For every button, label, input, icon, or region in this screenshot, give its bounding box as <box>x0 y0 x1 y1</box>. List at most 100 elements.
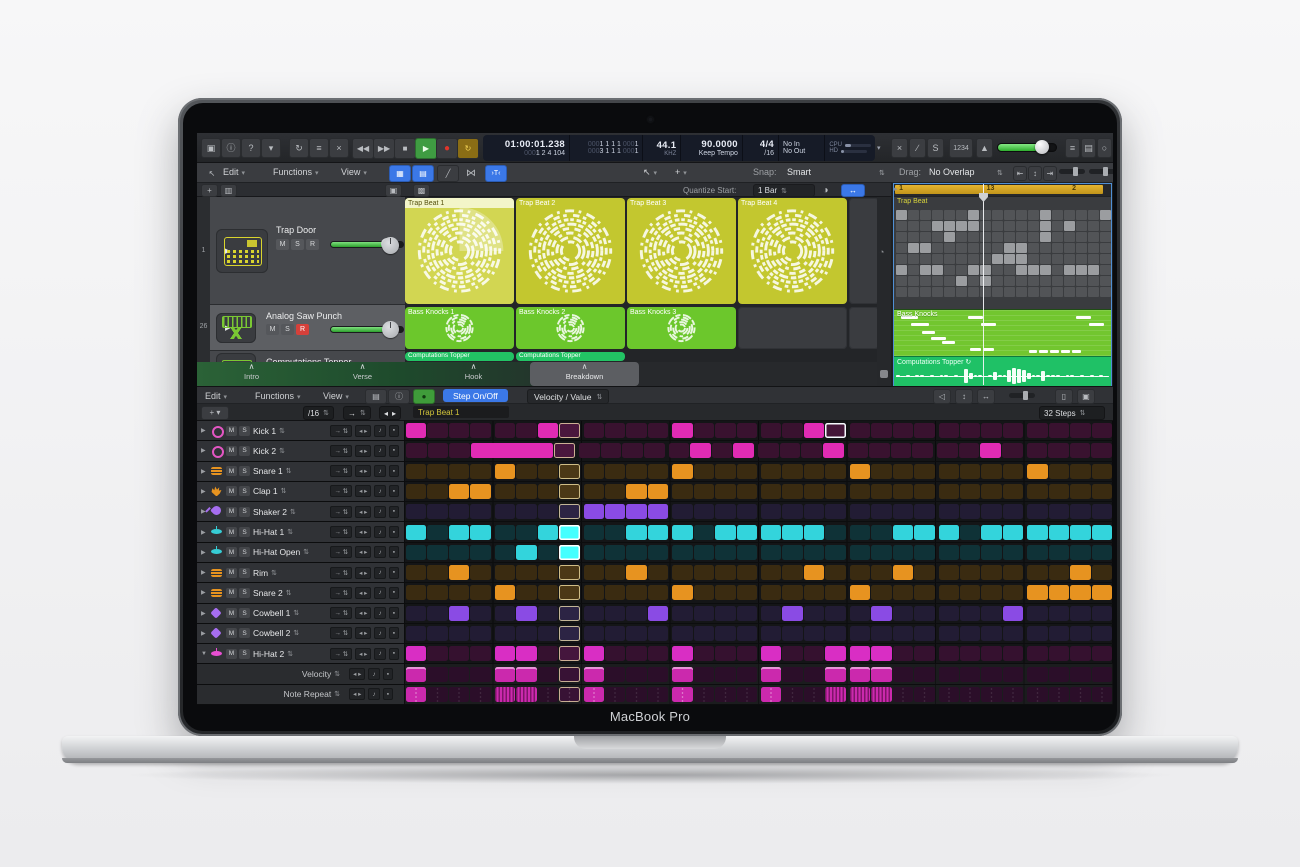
mini-grid-cell[interactable] <box>1004 210 1015 220</box>
step-cell[interactable] <box>516 686 537 702</box>
step-cell[interactable] <box>494 585 516 601</box>
step-cell[interactable] <box>672 524 693 540</box>
row-monitor-icon[interactable]: ♪ <box>374 607 386 620</box>
step-cell[interactable] <box>693 483 715 499</box>
mini-grid-cell[interactable] <box>1088 232 1099 242</box>
mini-grid-cell[interactable] <box>908 243 919 253</box>
step-cell[interactable] <box>559 483 580 499</box>
step-cell[interactable] <box>537 483 559 499</box>
step-cell[interactable] <box>938 625 959 641</box>
step-cell[interactable] <box>938 646 959 662</box>
lcd-locators[interactable]: 0001 1 1 1 0001 0003 1 1 1 0001 <box>570 135 644 161</box>
midi-note[interactable] <box>1089 322 1105 326</box>
step-cell[interactable] <box>600 443 622 459</box>
step-cell[interactable] <box>1091 605 1112 621</box>
row-mute-button[interactable]: M <box>226 547 237 558</box>
step-cell[interactable] <box>406 686 427 702</box>
step-row-header[interactable]: ▶ M S Cowbell 1 ⇅ → ⇅ ◂ ▸ ♪ ▪ <box>197 603 405 623</box>
step-cell[interactable] <box>448 463 470 479</box>
step-cell[interactable] <box>491 443 513 459</box>
step-cell[interactable] <box>892 483 914 499</box>
mini-grid-cell[interactable] <box>896 232 907 242</box>
step-cell[interactable] <box>849 504 871 520</box>
mini-grid-cell[interactable] <box>1052 232 1063 242</box>
mini-grid-cell[interactable] <box>1052 287 1063 297</box>
step-cell[interactable] <box>583 483 604 499</box>
mini-grid-cell[interactable] <box>1076 210 1087 220</box>
mini-grid-cell[interactable] <box>1100 232 1111 242</box>
quantize-value[interactable]: 1 Bar ⇅ <box>753 184 815 197</box>
row-lock-icon[interactable]: ▪ <box>388 465 399 478</box>
step-row-header[interactable]: ▶ M S Hi-Hat 1 ⇅ → ⇅ ◂ ▸ ♪ ▪ <box>197 522 405 542</box>
step-cell[interactable] <box>693 504 715 520</box>
mini-grid-cell[interactable] <box>896 254 907 264</box>
menu-edit[interactable]: Edit ▾ <box>223 167 245 177</box>
mini-grid-cell[interactable] <box>1004 276 1015 286</box>
step-cell[interactable] <box>604 565 626 581</box>
step-cell[interactable] <box>693 666 715 682</box>
step-cell[interactable] <box>715 686 736 702</box>
row-solo-button[interactable]: S <box>239 486 250 497</box>
row-solo-button[interactable]: S <box>239 587 250 598</box>
step-cell[interactable] <box>693 605 715 621</box>
monitor-icon[interactable]: ◁ <box>933 389 951 404</box>
row-monitor-icon[interactable]: ♪ <box>374 526 386 539</box>
step-cell[interactable] <box>1002 544 1024 560</box>
step-cell[interactable] <box>782 666 803 682</box>
plus-tool[interactable]: + ▾ <box>675 167 687 177</box>
mini-grid-cell[interactable] <box>1052 265 1063 275</box>
step-cell[interactable] <box>782 544 803 560</box>
step-cell[interactable] <box>1027 585 1048 601</box>
solo-button[interactable]: S <box>291 239 304 250</box>
mute-solo-buttons[interactable]: MSR <box>266 324 309 335</box>
step-cell[interactable] <box>516 423 537 439</box>
step-cell[interactable] <box>1001 443 1023 459</box>
loop-cell[interactable]: Bass Knocks 2 <box>516 307 625 349</box>
disclosure-icon[interactable]: ▶ <box>201 529 207 536</box>
row-mute-button[interactable]: M <box>226 506 237 517</box>
mini-grid-cell[interactable] <box>920 254 931 264</box>
step-cell[interactable] <box>647 524 669 540</box>
mini-grid-cell[interactable] <box>1040 221 1051 231</box>
row-lock-icon[interactable]: ▪ <box>388 607 399 620</box>
step-cell[interactable] <box>406 423 427 439</box>
mini-grid-cell[interactable] <box>992 254 1003 264</box>
mini-grid-cell[interactable] <box>920 221 931 231</box>
step-cell[interactable] <box>959 463 981 479</box>
step-cell[interactable] <box>672 666 693 682</box>
step-cell[interactable] <box>693 646 715 662</box>
step-cell[interactable] <box>959 483 981 499</box>
step-cell[interactable] <box>981 504 1002 520</box>
row-mute-button[interactable]: M <box>226 425 237 436</box>
loop-cell[interactable]: Computations Topper <box>405 352 514 361</box>
step-cell[interactable] <box>427 646 448 662</box>
mini-grid-cell[interactable] <box>968 221 979 231</box>
row-rotate[interactable]: ◂ ▸ <box>355 586 372 599</box>
step-cell[interactable] <box>736 625 757 641</box>
step-cell[interactable] <box>647 565 669 581</box>
step-cell[interactable] <box>559 646 580 662</box>
mini-grid-cell[interactable] <box>1028 265 1039 275</box>
step-cell[interactable] <box>914 423 935 439</box>
step-cell[interactable] <box>604 504 626 520</box>
mini-grid-cell[interactable] <box>1100 243 1111 253</box>
step-cell[interactable] <box>427 483 448 499</box>
step-cell[interactable] <box>959 605 981 621</box>
step-cell[interactable] <box>871 625 892 641</box>
step-cell[interactable] <box>822 443 844 459</box>
sub-row-lock-icon[interactable]: ▪ <box>382 688 393 701</box>
step-cell[interactable] <box>825 625 846 641</box>
mini-grid-cell[interactable] <box>1052 210 1063 220</box>
step-cell[interactable] <box>1091 686 1112 702</box>
mini-grid-cell[interactable] <box>1052 243 1063 253</box>
step-cell[interactable] <box>871 423 892 439</box>
row-lock-icon[interactable]: ▪ <box>388 586 399 599</box>
row-rotate[interactable]: ◂ ▸ <box>355 444 372 457</box>
step-cell[interactable] <box>1069 443 1091 459</box>
step-cell[interactable] <box>647 504 669 520</box>
row-controls[interactable]: → ⇅ ◂ ▸ ♪ ▪ <box>330 424 404 437</box>
step-cell[interactable] <box>779 443 801 459</box>
step-cell[interactable] <box>604 423 626 439</box>
mini-grid-cell[interactable] <box>1040 276 1051 286</box>
step-cell[interactable] <box>892 524 914 540</box>
